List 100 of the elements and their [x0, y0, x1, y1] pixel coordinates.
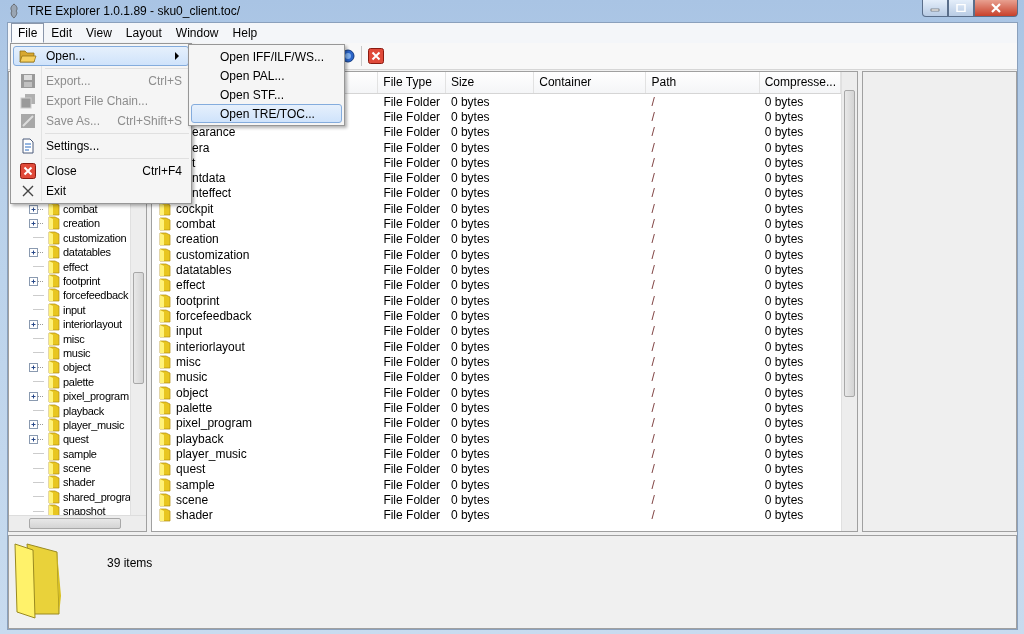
expand-icon[interactable] [29, 391, 44, 401]
tree-item[interactable]: effect [63, 260, 88, 273]
tree-item[interactable]: combat [63, 203, 98, 216]
menu-item[interactable]: Help [225, 23, 265, 43]
table-cell: / [651, 477, 655, 492]
maximize-button[interactable] [948, 0, 974, 17]
tree-item[interactable]: object [63, 361, 91, 374]
table-cell: object [176, 385, 209, 400]
table-cell: File Folder [383, 278, 441, 293]
table-cell: File Folder [383, 171, 441, 186]
menu-item[interactable]: Settings... [13, 136, 189, 156]
table-cell: 0 bytes [764, 186, 804, 201]
folder-icon [47, 403, 61, 418]
tree-item[interactable]: quest [63, 433, 89, 446]
table-cell: / [651, 171, 655, 186]
column-header[interactable]: Size [445, 71, 535, 93]
table-cell: / [651, 385, 655, 400]
tree-item[interactable]: palette [63, 375, 94, 388]
menu-item[interactable]: Close Ctrl+F4 [13, 161, 189, 181]
menu-item[interactable]: File [11, 23, 45, 43]
table-cell: 0 bytes [450, 247, 490, 262]
tree-item[interactable]: creation [63, 217, 100, 230]
table-cell: / [651, 324, 655, 339]
table-cell: 0 bytes [450, 508, 490, 523]
close-icon[interactable] [368, 47, 384, 64]
table-cell: era [192, 140, 210, 155]
table-cell: player_music [176, 447, 247, 462]
table-cell: 0 bytes [450, 370, 490, 385]
tree-item[interactable]: sample [63, 447, 97, 460]
tree-item[interactable]: playback [63, 404, 104, 417]
tree-item[interactable]: footprint [63, 275, 101, 287]
expand-icon[interactable] [29, 434, 44, 444]
column-header[interactable]: File Type [378, 71, 446, 93]
menu-item[interactable]: Open PAL... [191, 66, 342, 85]
table-cell: 0 bytes [450, 462, 490, 477]
menu-item[interactable]: Exit [13, 181, 189, 201]
table-cell: palette [176, 401, 213, 416]
table-cell: sample [176, 477, 215, 492]
expand-icon[interactable] [29, 204, 44, 214]
table-cell: File Folder [383, 309, 441, 324]
expand-icon[interactable] [29, 247, 44, 257]
folder-icon [47, 302, 61, 317]
tree-item[interactable]: datatables [63, 246, 111, 259]
table-cell: File Folder [383, 324, 441, 339]
table-cell: / [651, 201, 655, 216]
column-header[interactable]: Path [646, 71, 760, 93]
pages-icon [20, 93, 36, 109]
table-cell: File Folder [383, 416, 441, 431]
column-header[interactable]: Container [534, 71, 647, 93]
close-button[interactable] [974, 0, 1018, 17]
table-cell: / [651, 447, 655, 462]
table-cell: 0 bytes [450, 232, 490, 247]
menu-item[interactable]: Open... [13, 46, 189, 66]
menu-item[interactable]: Open IFF/ILF/WS... [191, 47, 342, 66]
tree-item[interactable]: misc [63, 332, 85, 345]
menu-item[interactable]: Layout [118, 23, 169, 43]
scrollbar[interactable] [841, 71, 858, 532]
tree-item[interactable]: interiorlayout [63, 318, 122, 331]
folder-icon [47, 446, 61, 461]
table-cell: File Folder [383, 125, 441, 140]
table-cell: File Folder [383, 94, 441, 109]
folder-icon [19, 48, 37, 64]
table-cell: effect [176, 278, 206, 293]
menu-item[interactable]: Window [168, 23, 226, 43]
folder-icon [47, 489, 61, 504]
menu-item[interactable]: View [79, 23, 119, 43]
tree-item[interactable]: customization [63, 231, 127, 244]
table-cell: 0 bytes [764, 339, 804, 354]
table-cell: 0 bytes [450, 493, 490, 508]
folder-icon [47, 216, 61, 231]
table-cell: File Folder [383, 293, 441, 308]
expand-icon[interactable] [29, 319, 44, 329]
tree-item[interactable]: forcefeedback [63, 289, 129, 302]
folder-icon [47, 432, 61, 447]
menu-item[interactable]: Open STF... [191, 85, 342, 104]
scrollbar[interactable] [9, 515, 147, 532]
table-cell: 0 bytes [764, 447, 804, 462]
menu-item[interactable]: Edit [44, 23, 80, 43]
tree-item[interactable]: input [63, 303, 86, 316]
table-cell: customization [176, 247, 250, 262]
tree-item[interactable]: snapshot [63, 505, 106, 518]
menu-item[interactable]: Open TRE/TOC... [191, 104, 342, 123]
folder-icon [158, 493, 173, 508]
tree-item[interactable]: shared_progra [63, 490, 131, 503]
tree-item[interactable]: shader [63, 476, 95, 489]
tree-item[interactable]: player_music [63, 418, 125, 431]
table-cell: 0 bytes [764, 155, 804, 170]
table-cell: footprint [176, 293, 220, 308]
item-count: 39 items [107, 556, 153, 571]
expand-icon[interactable] [29, 420, 44, 430]
tree-item[interactable]: pixel_program [63, 390, 129, 403]
tree-item[interactable]: music [63, 346, 91, 359]
folder-icon [158, 355, 173, 370]
expand-icon[interactable] [29, 362, 44, 372]
expand-icon[interactable] [29, 276, 44, 286]
table-cell: / [651, 232, 655, 247]
table-cell: / [651, 125, 655, 140]
minimize-button[interactable] [922, 0, 948, 17]
tree-item[interactable]: scene [63, 462, 91, 475]
expand-icon[interactable] [29, 218, 44, 228]
